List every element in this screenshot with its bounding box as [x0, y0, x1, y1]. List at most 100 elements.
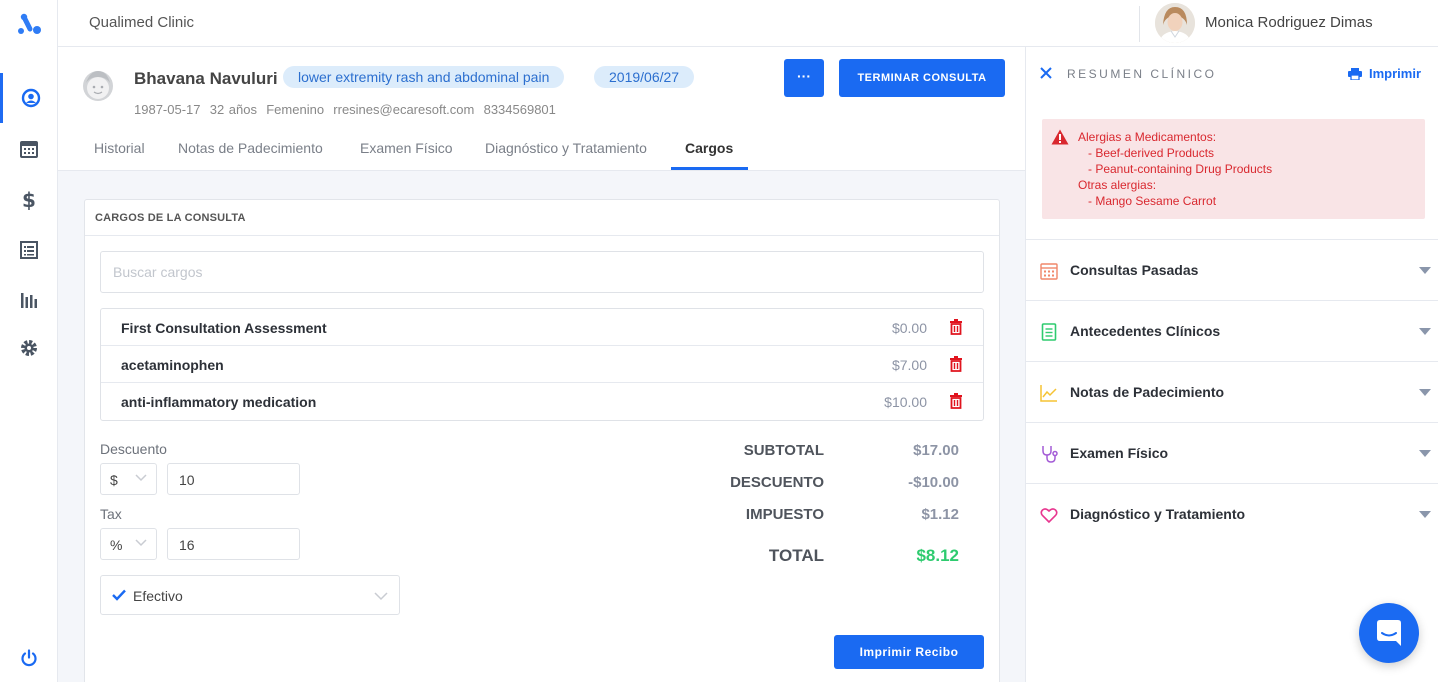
- chat-icon: [1377, 620, 1401, 646]
- patient-sex: Femenino: [266, 102, 325, 117]
- accordion-label: Consultas Pasadas: [1070, 262, 1199, 278]
- allergy-alert: Alergias a Medicamentos: - Beef-derived …: [1042, 119, 1425, 219]
- summary-print-label: Imprimir: [1369, 66, 1422, 81]
- summary-title: RESUMEN CLÍNICO: [1067, 67, 1217, 81]
- charges-search-input[interactable]: [100, 251, 984, 293]
- charge-name: anti-inflammatory medication: [121, 394, 317, 410]
- accordion-examen-fisico[interactable]: Examen Físico: [1026, 422, 1438, 483]
- nav-list[interactable]: [0, 225, 58, 275]
- patient-info: 1987-05-17 32 años Femenino rresines@eca…: [134, 102, 556, 117]
- alert-line: - Peanut-containing Drug Products: [1088, 162, 1273, 176]
- active-tab-indicator: [671, 167, 748, 170]
- charges-card: CARGOS DE LA CONSULTA First Consultation…: [84, 199, 1000, 682]
- charges-title: CARGOS DE LA CONSULTA: [85, 200, 999, 236]
- chevron-down-icon: [135, 539, 147, 547]
- tab-examen[interactable]: Examen Físico: [360, 140, 453, 156]
- chevron-down-icon: [374, 592, 388, 601]
- subtotal-value: $17.00: [913, 442, 959, 459]
- end-consultation-button[interactable]: TERMINAR CONSULTA: [839, 59, 1005, 97]
- charge-row: First Consultation Assessment $0.00: [101, 309, 983, 346]
- alert-line: Otras alergias:: [1078, 178, 1157, 192]
- tab-historial[interactable]: Historial: [94, 140, 145, 156]
- bar-chart-icon: [21, 293, 37, 308]
- nav-billing[interactable]: $: [0, 175, 58, 225]
- subtotal-label: SUBTOTAL: [743, 442, 824, 459]
- tax-unit: %: [110, 537, 123, 553]
- tab-notas[interactable]: Notas de Padecimiento: [178, 140, 323, 156]
- chat-launcher-button[interactable]: [1359, 603, 1419, 663]
- patient-phone: 8334569801: [483, 102, 556, 117]
- charge-row: anti-inflammatory medication $10.00: [101, 383, 983, 420]
- charge-price: $0.00: [891, 320, 927, 336]
- caret-down-icon: [1419, 389, 1431, 396]
- accordion-label: Examen Físico: [1070, 445, 1169, 461]
- charge-name: acetaminophen: [121, 357, 224, 373]
- caret-down-icon: [1419, 511, 1431, 518]
- trash-icon[interactable]: [949, 393, 963, 409]
- patient-header: Bhavana Navuluri lower extremity rash an…: [58, 47, 1025, 171]
- tax-total-label: IMPUESTO: [745, 506, 824, 523]
- accordion-label: Diagnóstico y Tratamiento: [1070, 506, 1246, 522]
- tax-input[interactable]: 16: [167, 528, 300, 560]
- patient-avatar-icon: [83, 71, 113, 101]
- nav-profile[interactable]: [0, 73, 58, 123]
- chevron-down-icon: [135, 474, 147, 482]
- patient-age: 32 años: [209, 102, 257, 117]
- more-options-button[interactable]: ···: [784, 59, 824, 97]
- accordion-diagnostico[interactable]: Diagnóstico y Tratamiento: [1026, 483, 1438, 544]
- charge-row: acetaminophen $7.00: [101, 346, 983, 383]
- clinic-name: Qualimed Clinic: [89, 14, 195, 31]
- discount-unit-select[interactable]: $: [100, 463, 157, 495]
- payment-method-select[interactable]: Efectivo: [100, 575, 400, 615]
- app-logo[interactable]: [16, 11, 42, 37]
- patient-birthdate: 1987-05-17: [134, 102, 201, 117]
- divider: [1139, 6, 1140, 42]
- payment-method: Efectivo: [133, 588, 183, 604]
- patient-name: Bhavana Navuluri: [134, 69, 278, 88]
- charges-list: First Consultation Assessment $0.00 acet…: [100, 308, 984, 421]
- accordion-consultas-pasadas[interactable]: Consultas Pasadas: [1026, 239, 1438, 300]
- nav-settings[interactable]: [0, 323, 58, 373]
- accordion-label: Antecedentes Clínicos: [1070, 323, 1221, 339]
- tax-label: Tax: [100, 506, 122, 522]
- print-receipt-button[interactable]: Imprimir Recibo: [834, 635, 984, 669]
- power-icon: [21, 649, 37, 667]
- user-avatar[interactable]: [1155, 3, 1195, 43]
- heart-icon: [1040, 508, 1058, 524]
- accordion-antecedentes[interactable]: Antecedentes Clínicos: [1026, 300, 1438, 361]
- discount-label: Descuento: [100, 441, 167, 457]
- document-icon: [1041, 323, 1057, 341]
- date-chip: 2019/06/27: [594, 66, 695, 88]
- line-chart-icon: [1040, 385, 1057, 402]
- nav-logout[interactable]: [0, 633, 58, 682]
- charge-name: First Consultation Assessment: [121, 320, 327, 336]
- accordion-notas-padecimiento[interactable]: Notas de Padecimiento: [1026, 361, 1438, 422]
- warning-icon: [1051, 129, 1069, 145]
- tax-total-value: $1.12: [921, 506, 959, 523]
- tax-unit-select[interactable]: %: [100, 528, 157, 560]
- accordion-label: Notas de Padecimiento: [1070, 384, 1225, 400]
- caret-down-icon: [1419, 267, 1431, 274]
- reason-chip: lower extremity rash and abdominal pain: [283, 66, 565, 88]
- trash-icon[interactable]: [949, 356, 963, 372]
- discount-input[interactable]: 10: [167, 463, 300, 495]
- charge-price: $7.00: [891, 357, 927, 373]
- patient-email: rresines@ecaresoft.com: [333, 102, 475, 117]
- trash-icon[interactable]: [949, 319, 963, 335]
- charge-price: $10.00: [884, 394, 927, 410]
- user-photo-icon: [1155, 3, 1195, 43]
- svg-text:$: $: [22, 190, 36, 210]
- check-icon: [112, 589, 126, 601]
- caret-down-icon: [1419, 328, 1431, 335]
- gear-icon: [21, 340, 37, 356]
- nav-calendar[interactable]: [0, 124, 58, 174]
- user-name[interactable]: Monica Rodriguez Dimas: [1205, 14, 1373, 31]
- alert-line: Alergias a Medicamentos:: [1078, 130, 1217, 144]
- close-icon[interactable]: [1040, 67, 1052, 79]
- nav-reports[interactable]: [0, 275, 58, 325]
- summary-print-button[interactable]: Imprimir: [1348, 66, 1421, 81]
- tab-cargos[interactable]: Cargos: [685, 140, 733, 156]
- caret-down-icon: [1419, 450, 1431, 457]
- tab-diagnostico[interactable]: Diagnóstico y Tratamiento: [485, 140, 647, 156]
- printer-icon: [1348, 67, 1362, 80]
